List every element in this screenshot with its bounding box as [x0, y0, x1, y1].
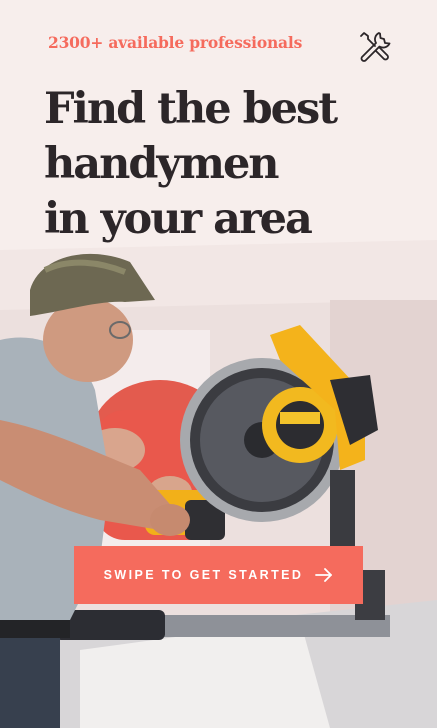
get-started-label: SWIPE TO GET STARTED — [103, 568, 304, 582]
headline-line-2: handymen — [44, 139, 280, 189]
arrow-right-icon — [315, 568, 333, 582]
headline-line-1: Find the best — [44, 84, 338, 134]
onboarding-screen: 2300+ available professionals Find the b… — [0, 0, 437, 728]
get-started-button[interactable]: SWIPE TO GET STARTED — [74, 546, 363, 604]
headline-line-3: in your area — [44, 194, 313, 244]
page-title: Find the best handymen in your area — [44, 82, 424, 247]
tools-icon[interactable] — [356, 28, 394, 66]
tagline: 2300+ available professionals — [48, 33, 303, 52]
